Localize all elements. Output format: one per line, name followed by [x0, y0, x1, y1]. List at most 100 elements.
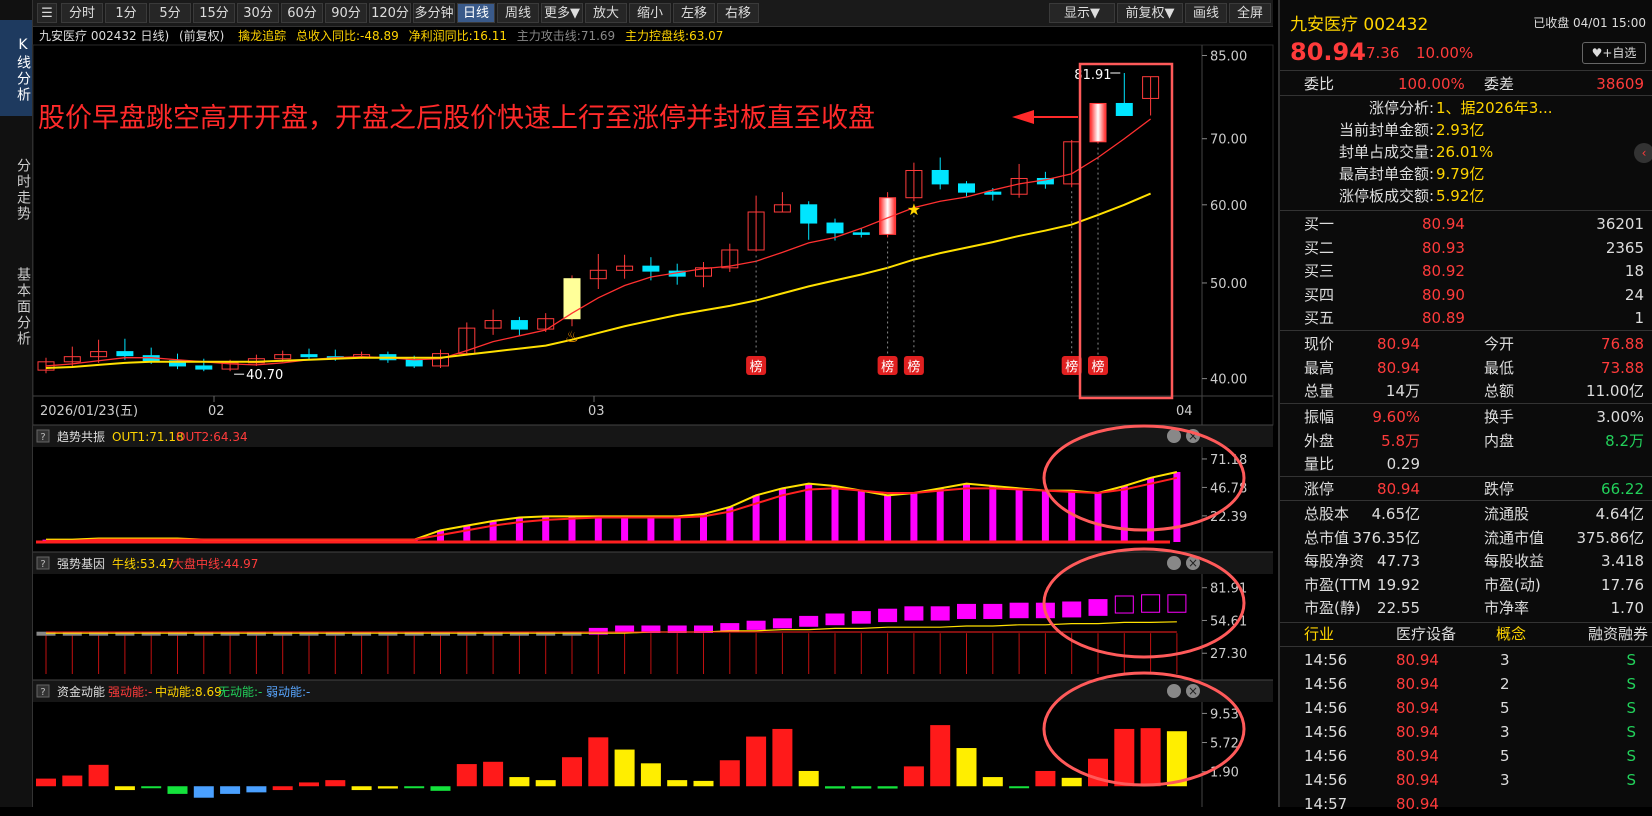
candle-body	[300, 354, 318, 358]
limit-analysis-row[interactable]: 涨停分析: 1、据2026年3...	[1280, 96, 1652, 120]
tick-volume: 3	[1500, 651, 1510, 669]
candle-body	[1089, 102, 1107, 143]
tick-volume: 2	[1500, 675, 1510, 693]
bid-price: 80.92	[1422, 262, 1465, 280]
stat-value: 80.94	[1377, 335, 1420, 353]
stat-label: 市盈(动)	[1484, 575, 1541, 594]
divider	[1280, 70, 1652, 71]
limit-value: 9.79亿	[1436, 165, 1485, 183]
tick-time: 14:56	[1304, 747, 1348, 765]
momentum-bar	[351, 786, 372, 791]
tick-row: 14:56 80.94 5 S	[1280, 744, 1652, 768]
limit-label: 当前封单金额:	[1338, 121, 1434, 139]
momentum-bar	[1035, 770, 1056, 787]
y-tick-label: 22.39	[1210, 510, 1247, 525]
momentum-bar	[851, 786, 872, 789]
tick-time: 14:56	[1304, 771, 1348, 789]
rank-badge-label: 榜	[1091, 359, 1104, 375]
momentum-bar	[272, 786, 293, 791]
industry-value[interactable]: 医疗设备	[1396, 622, 1456, 646]
rank-badge-label: 榜	[907, 359, 920, 375]
stat-label: 最低	[1484, 358, 1515, 377]
stat-label: 流通市值	[1484, 528, 1545, 547]
trend-bar	[884, 495, 892, 542]
gene-bar	[851, 611, 871, 624]
tick-side: S	[1626, 651, 1636, 669]
stat-value: 14万	[1385, 382, 1420, 400]
momentum-bar	[640, 763, 661, 787]
stat-value: 19.92	[1377, 575, 1420, 594]
limit-analysis-row: 最高封单金额: 9.79亿	[1280, 162, 1652, 186]
momentum-bar	[982, 777, 1003, 787]
concept-value[interactable]: 融资融券	[1588, 622, 1648, 646]
trend-bar	[621, 516, 629, 542]
tick-row: 14:57 80.94	[1280, 792, 1652, 816]
tick-side: S	[1626, 747, 1636, 765]
bid-volume: 36201	[1596, 215, 1644, 233]
tick-row: 14:56 80.94 3 S	[1280, 648, 1652, 672]
trend-bar	[568, 516, 576, 542]
bid-label: 买四	[1304, 285, 1335, 304]
bid-row: 买四 80.90 24	[1280, 283, 1652, 307]
divider	[1280, 210, 1652, 211]
stat-row: 现价 80.94 今开 76.88	[1280, 332, 1652, 356]
gene-bar	[1141, 594, 1161, 613]
stat-label: 流通股	[1484, 505, 1530, 523]
bid-volume: 1	[1634, 309, 1644, 327]
trend-bar	[594, 516, 602, 542]
stat-label: 市盈(TTM	[1304, 575, 1371, 594]
rank-badge-label: 榜	[1065, 359, 1078, 375]
low-price-label: 40.70	[246, 368, 283, 383]
bid-label: 买三	[1304, 262, 1335, 280]
candle-body	[800, 204, 818, 224]
momentum-bar	[509, 777, 530, 787]
stat-label: 今开	[1484, 335, 1515, 353]
stat-value: 17.76	[1601, 575, 1644, 594]
candle-body	[1115, 102, 1133, 116]
tick-volume: 3	[1500, 771, 1510, 789]
momentum-bar	[62, 775, 83, 787]
trend-bar	[857, 490, 865, 542]
trend-bar	[910, 493, 918, 542]
bull-line	[46, 621, 1177, 634]
trend-bar	[1120, 486, 1128, 542]
tick-price: 80.94	[1396, 723, 1439, 741]
weibi-label: 委比	[1304, 75, 1335, 93]
limit-analysis-row: 当前封单金额: 2.93亿	[1280, 118, 1652, 142]
y-tick-label: 60.00	[1210, 199, 1247, 214]
momentum-bar	[377, 786, 398, 789]
concept-label[interactable]: 概念	[1496, 622, 1526, 646]
stat-row: 总量 14万 总额 11.00亿	[1280, 379, 1652, 403]
bid-price: 80.90	[1422, 285, 1465, 304]
momentum-bar	[798, 770, 819, 787]
candle-body	[958, 183, 975, 193]
collapse-arrow-icon[interactable]: ‹	[1634, 143, 1652, 163]
trend-bar	[700, 514, 707, 542]
stat-value: 5.8万	[1381, 431, 1420, 450]
add-watchlist-button[interactable]: ♥+自选	[1582, 42, 1646, 64]
quote-stock-name: 九安医疗 002432	[1290, 15, 1429, 35]
y-tick-label: 5.72	[1210, 737, 1239, 752]
stat-label: 涨停	[1304, 480, 1335, 498]
gene-bar	[1167, 594, 1187, 613]
bid-label: 买二	[1304, 238, 1335, 257]
x-tick-label: 03	[588, 404, 605, 419]
help-icon: ?	[40, 687, 45, 698]
gene-bar	[746, 620, 766, 630]
momentum-bar	[114, 786, 135, 791]
stat-label: 现价	[1304, 335, 1335, 353]
candle-body	[510, 320, 528, 330]
trend-bar	[805, 483, 813, 542]
y-tick-label: 27.30	[1210, 647, 1247, 662]
stat-row: 市盈(静) 22.55 市净率 1.70	[1280, 596, 1652, 620]
tick-side: S	[1626, 771, 1636, 789]
weibi-row: 委比 100.00% 委差 38609	[1280, 72, 1652, 96]
momentum-bar	[404, 786, 425, 789]
y-tick-label: 9.53	[1210, 707, 1239, 722]
tick-time: 14:56	[1304, 699, 1348, 717]
trend-bar	[1041, 490, 1049, 542]
candle-body	[931, 169, 949, 185]
tick-price: 80.94	[1396, 675, 1439, 693]
stat-row: 总市值 376.35亿 流通市值 375.86亿	[1280, 526, 1652, 550]
candle-body	[405, 359, 423, 367]
